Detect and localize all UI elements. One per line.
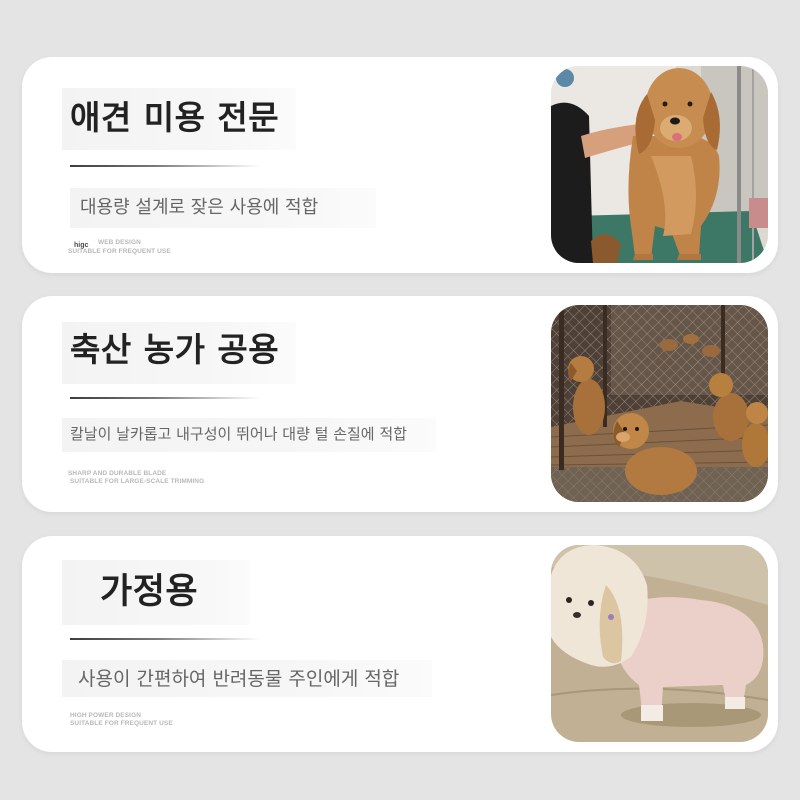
feature-card-home-use: 가정용 사용이 간편하여 반려동물 주인에게 적합 HIGH POWER DES… <box>22 536 778 752</box>
card-title: 애견 미용 전문 <box>70 98 280 137</box>
caption-line-1: WEB DESIGN <box>98 239 141 246</box>
divider-line <box>70 638 260 640</box>
groomed-small-dog-photo <box>551 545 768 742</box>
caption-line-1: SHARP AND DURABLE BLADE <box>68 470 167 477</box>
metal-pole <box>737 66 741 263</box>
feature-card-livestock-farm: 축산 농가 공용 칼날이 날카롭고 내구성이 뛰어나 대량 털 손질에 적합 S… <box>22 296 778 512</box>
divider-line <box>70 165 260 167</box>
golden-retriever-image <box>551 66 768 263</box>
card-title: 축산 농가 공용 <box>70 330 280 369</box>
feature-card-pet-grooming: 애견 미용 전문 대용량 설계로 잦은 사용에 적합 WEB DESIGN hi… <box>22 57 778 273</box>
card-subtitle: 대용량 설계로 잦은 사용에 적합 <box>80 197 319 218</box>
caption-line-2: SUITABLE FOR LARGE-SCALE TRIMMING <box>70 478 205 485</box>
kennel-puppies-image <box>551 305 768 502</box>
caption-line-1: HIGH POWER DESIGN <box>70 712 142 719</box>
card-title: 가정용 <box>100 572 199 612</box>
hair-tie <box>608 614 614 620</box>
card-subtitle: 칼날이 날카롭고 내구성이 뛰어나 대량 털 손질에 적합 <box>70 425 407 443</box>
groomed-small-dog-image <box>551 545 768 742</box>
caption-line-2: SUITABLE FOR FREQUENT USE <box>70 720 173 727</box>
kennel-puppies-photo <box>551 305 768 502</box>
divider-line <box>70 397 260 399</box>
promo-page: 애견 미용 전문 대용량 설계로 잦은 사용에 적합 WEB DESIGN hi… <box>0 0 800 800</box>
golden-retriever-photo <box>551 66 768 263</box>
card-subtitle: 사용이 간편하여 반려동물 주인에게 적합 <box>78 668 400 690</box>
caption-line-2: SUITABLE FOR FREQUENT USE <box>68 248 171 255</box>
